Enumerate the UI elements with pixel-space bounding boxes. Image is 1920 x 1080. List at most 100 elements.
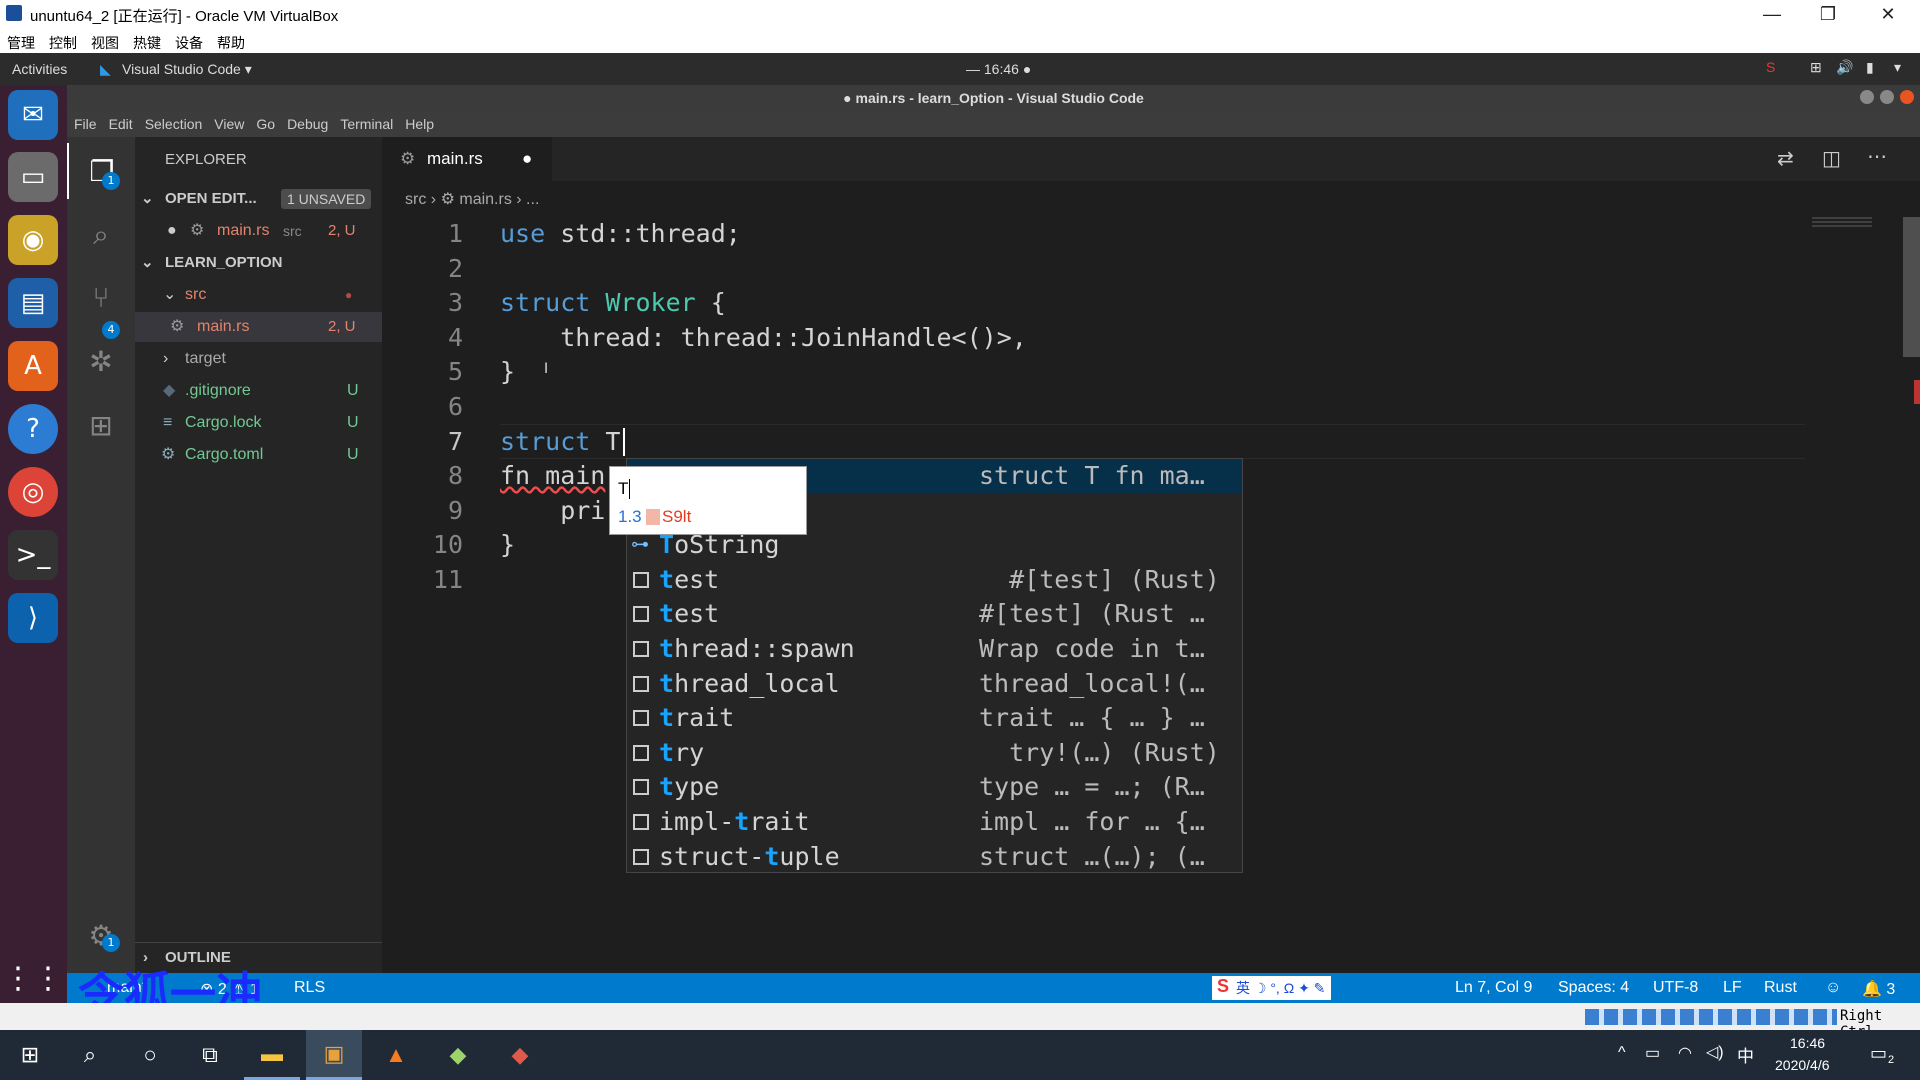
vscode-icon[interactable]: ⟩ — [8, 593, 58, 643]
vscode-close-button[interactable] — [1900, 90, 1914, 104]
extensions-icon[interactable]: ⊞ — [67, 397, 135, 453]
search-icon[interactable]: ⌕ — [67, 207, 135, 263]
volume-icon[interactable]: 🔊 — [1836, 59, 1853, 76]
menu-edit[interactable]: Edit — [102, 111, 138, 132]
sogou-icon[interactable]: S — [1766, 59, 1775, 75]
more-actions-icon[interactable]: ⋯ — [1867, 144, 1887, 168]
menu-go[interactable]: Go — [249, 111, 280, 132]
chrome-icon[interactable]: ◎ — [8, 467, 58, 517]
vscode-minimize-button[interactable] — [1860, 90, 1874, 104]
file-cargo-toml[interactable]: ⚙ Cargo.toml U — [135, 440, 382, 470]
folder-src[interactable]: ⌄ src ● — [135, 280, 382, 310]
sogou-logo-icon[interactable]: S — [1217, 976, 1229, 997]
file-explorer-icon[interactable]: ▬ — [244, 1030, 300, 1080]
activities-button[interactable]: Activities — [12, 61, 67, 77]
suggest-item[interactable]: trait trait … { … } … — [627, 701, 1242, 736]
terminal-icon[interactable]: >_ — [8, 530, 58, 580]
indentation[interactable]: Spaces: 4 — [1558, 979, 1629, 997]
files-icon[interactable]: ▭ — [8, 152, 58, 202]
search-icon[interactable]: ⌕ — [62, 1030, 118, 1080]
writer-icon[interactable]: ▤ — [8, 278, 58, 328]
feedback-icon[interactable]: ☺ — [1825, 979, 1841, 997]
tab-dirty-dot-icon[interactable]: ● — [522, 137, 532, 181]
software-center-icon[interactable]: A — [8, 341, 58, 391]
app-taskbar-icon[interactable]: ▲ — [368, 1030, 424, 1080]
menu-manage[interactable]: 管理 — [0, 28, 42, 53]
system-menu-arrow-icon[interactable]: ▾ — [1894, 59, 1901, 76]
sogou-ime-toolbar[interactable]: 英 ☽ °, Ω ✦ ✎ — [1212, 976, 1332, 1000]
help-icon[interactable]: ? — [8, 404, 58, 454]
compare-changes-icon[interactable]: ⇄ — [1777, 146, 1794, 170]
close-button[interactable]: ✕ — [1860, 0, 1916, 28]
tray-arrow-icon[interactable]: ^ — [1618, 1044, 1626, 1062]
eol[interactable]: LF — [1723, 979, 1742, 997]
battery-icon[interactable]: ▮ — [1866, 59, 1874, 76]
app-menu[interactable]: Visual Studio Code ▾ — [122, 61, 252, 78]
breadcrumb-src[interactable]: src — [405, 191, 426, 208]
menu-terminal[interactable]: Terminal — [333, 111, 398, 132]
ime-candidate-window[interactable]: T 1.3 S9lt — [609, 466, 807, 535]
suggest-item[interactable]: test #[test] (Rust) — [627, 563, 1242, 598]
suggest-item[interactable]: thread::spawn Wrap code in t… — [627, 632, 1242, 667]
battery-tray-icon[interactable]: ▭ — [1645, 1043, 1660, 1063]
tab-main-rs[interactable]: ⚙ main.rs ● — [382, 137, 552, 181]
source-control-icon[interactable]: ⑂ — [67, 269, 135, 325]
language-mode[interactable]: Rust — [1764, 979, 1797, 997]
suggest-item[interactable]: impl-trait impl … for … {… — [627, 805, 1242, 840]
virtualbox-taskbar-icon[interactable]: ▣ — [306, 1030, 362, 1080]
network-icon[interactable]: ⊞ — [1810, 59, 1822, 76]
notifications[interactable]: 🔔 3 — [1862, 979, 1895, 999]
task-view-icon[interactable]: ⧉ — [182, 1030, 238, 1080]
ime-candidate[interactable]: S9lt — [662, 507, 691, 527]
menu-help[interactable]: 帮助 — [210, 28, 252, 53]
vm2-taskbar-icon[interactable]: ◆ — [492, 1030, 548, 1080]
file-main-rs[interactable]: ⚙ main.rs 2, U — [135, 312, 382, 342]
menu-control[interactable]: 控制 — [42, 28, 84, 53]
settings-gear-icon[interactable]: ⚙ — [67, 907, 135, 963]
menu-view-vs[interactable]: View — [207, 111, 249, 132]
menu-file[interactable]: File — [67, 111, 102, 132]
breadcrumb-file[interactable]: main.rs — [459, 191, 511, 208]
file-gitignore[interactable]: ◆ .gitignore U — [135, 376, 382, 406]
windows-start-icon[interactable]: ⊞ — [2, 1030, 58, 1080]
editor-scrollbar-thumb[interactable] — [1903, 217, 1920, 357]
vm-taskbar-icon[interactable]: ◆ — [430, 1030, 486, 1080]
suggest-item[interactable]: thread_local thread_local!(… — [627, 667, 1242, 702]
menu-debug[interactable]: Debug — [280, 111, 333, 132]
clock-time[interactable]: 16:46 — [1790, 1035, 1825, 1051]
suggest-item[interactable]: type type … = …; (R… — [627, 770, 1242, 805]
cursor-position[interactable]: Ln 7, Col 9 — [1455, 979, 1532, 997]
thunderbird-icon[interactable]: ✉ — [8, 90, 58, 140]
minimize-button[interactable]: — — [1744, 0, 1800, 28]
open-editor-item[interactable]: ● ⚙ main.rs src 2, U — [135, 216, 382, 246]
menu-selection[interactable]: Selection — [138, 111, 208, 132]
folder-target[interactable]: › target — [135, 344, 382, 374]
minimap[interactable] — [1812, 217, 1872, 235]
debug-icon[interactable]: ✲ — [67, 333, 135, 389]
suggest-item[interactable]: test #[test] (Rust … — [627, 597, 1242, 632]
show-apps-icon[interactable]: ⋮⋮ — [3, 953, 63, 1003]
explorer-icon[interactable]: ❐ — [67, 143, 135, 199]
menu-help-vs[interactable]: Help — [398, 111, 439, 132]
ime-indicator[interactable]: 中 — [1737, 1042, 1754, 1067]
clock-date[interactable]: 2020/4/6 — [1775, 1057, 1830, 1073]
project-header[interactable]: ⌄ LEARN_OPTION — [135, 248, 382, 278]
device-icons[interactable] — [1585, 1009, 1837, 1025]
vscode-maximize-button[interactable] — [1880, 90, 1894, 104]
rls-status[interactable]: RLS — [294, 979, 325, 997]
cortana-icon[interactable]: ○ — [122, 1030, 178, 1080]
menu-hotkey[interactable]: 热键 — [126, 28, 168, 53]
open-editors-header[interactable]: ⌄ OPEN EDIT... 1 UNSAVED — [135, 184, 382, 214]
wifi-icon[interactable]: ◠ — [1678, 1043, 1692, 1063]
menu-view[interactable]: 视图 — [84, 28, 126, 53]
clock[interactable]: — 16:46 ● — [966, 61, 1031, 77]
notification-center-icon[interactable]: ▭ — [1870, 1043, 1887, 1064]
maximize-button[interactable]: ❐ — [1800, 0, 1856, 28]
volume-tray-icon[interactable]: ◁) — [1706, 1042, 1724, 1062]
file-cargo-lock[interactable]: ≡ Cargo.lock U — [135, 408, 382, 438]
suggest-item[interactable]: struct-tuple struct …(…); (… — [627, 840, 1242, 875]
suggest-item[interactable]: try try!(…) (Rust) — [627, 736, 1242, 771]
menu-devices[interactable]: 设备 — [168, 28, 210, 53]
breadcrumb-symbol[interactable]: ... — [526, 191, 539, 208]
rhythmbox-icon[interactable]: ◉ — [8, 215, 58, 265]
